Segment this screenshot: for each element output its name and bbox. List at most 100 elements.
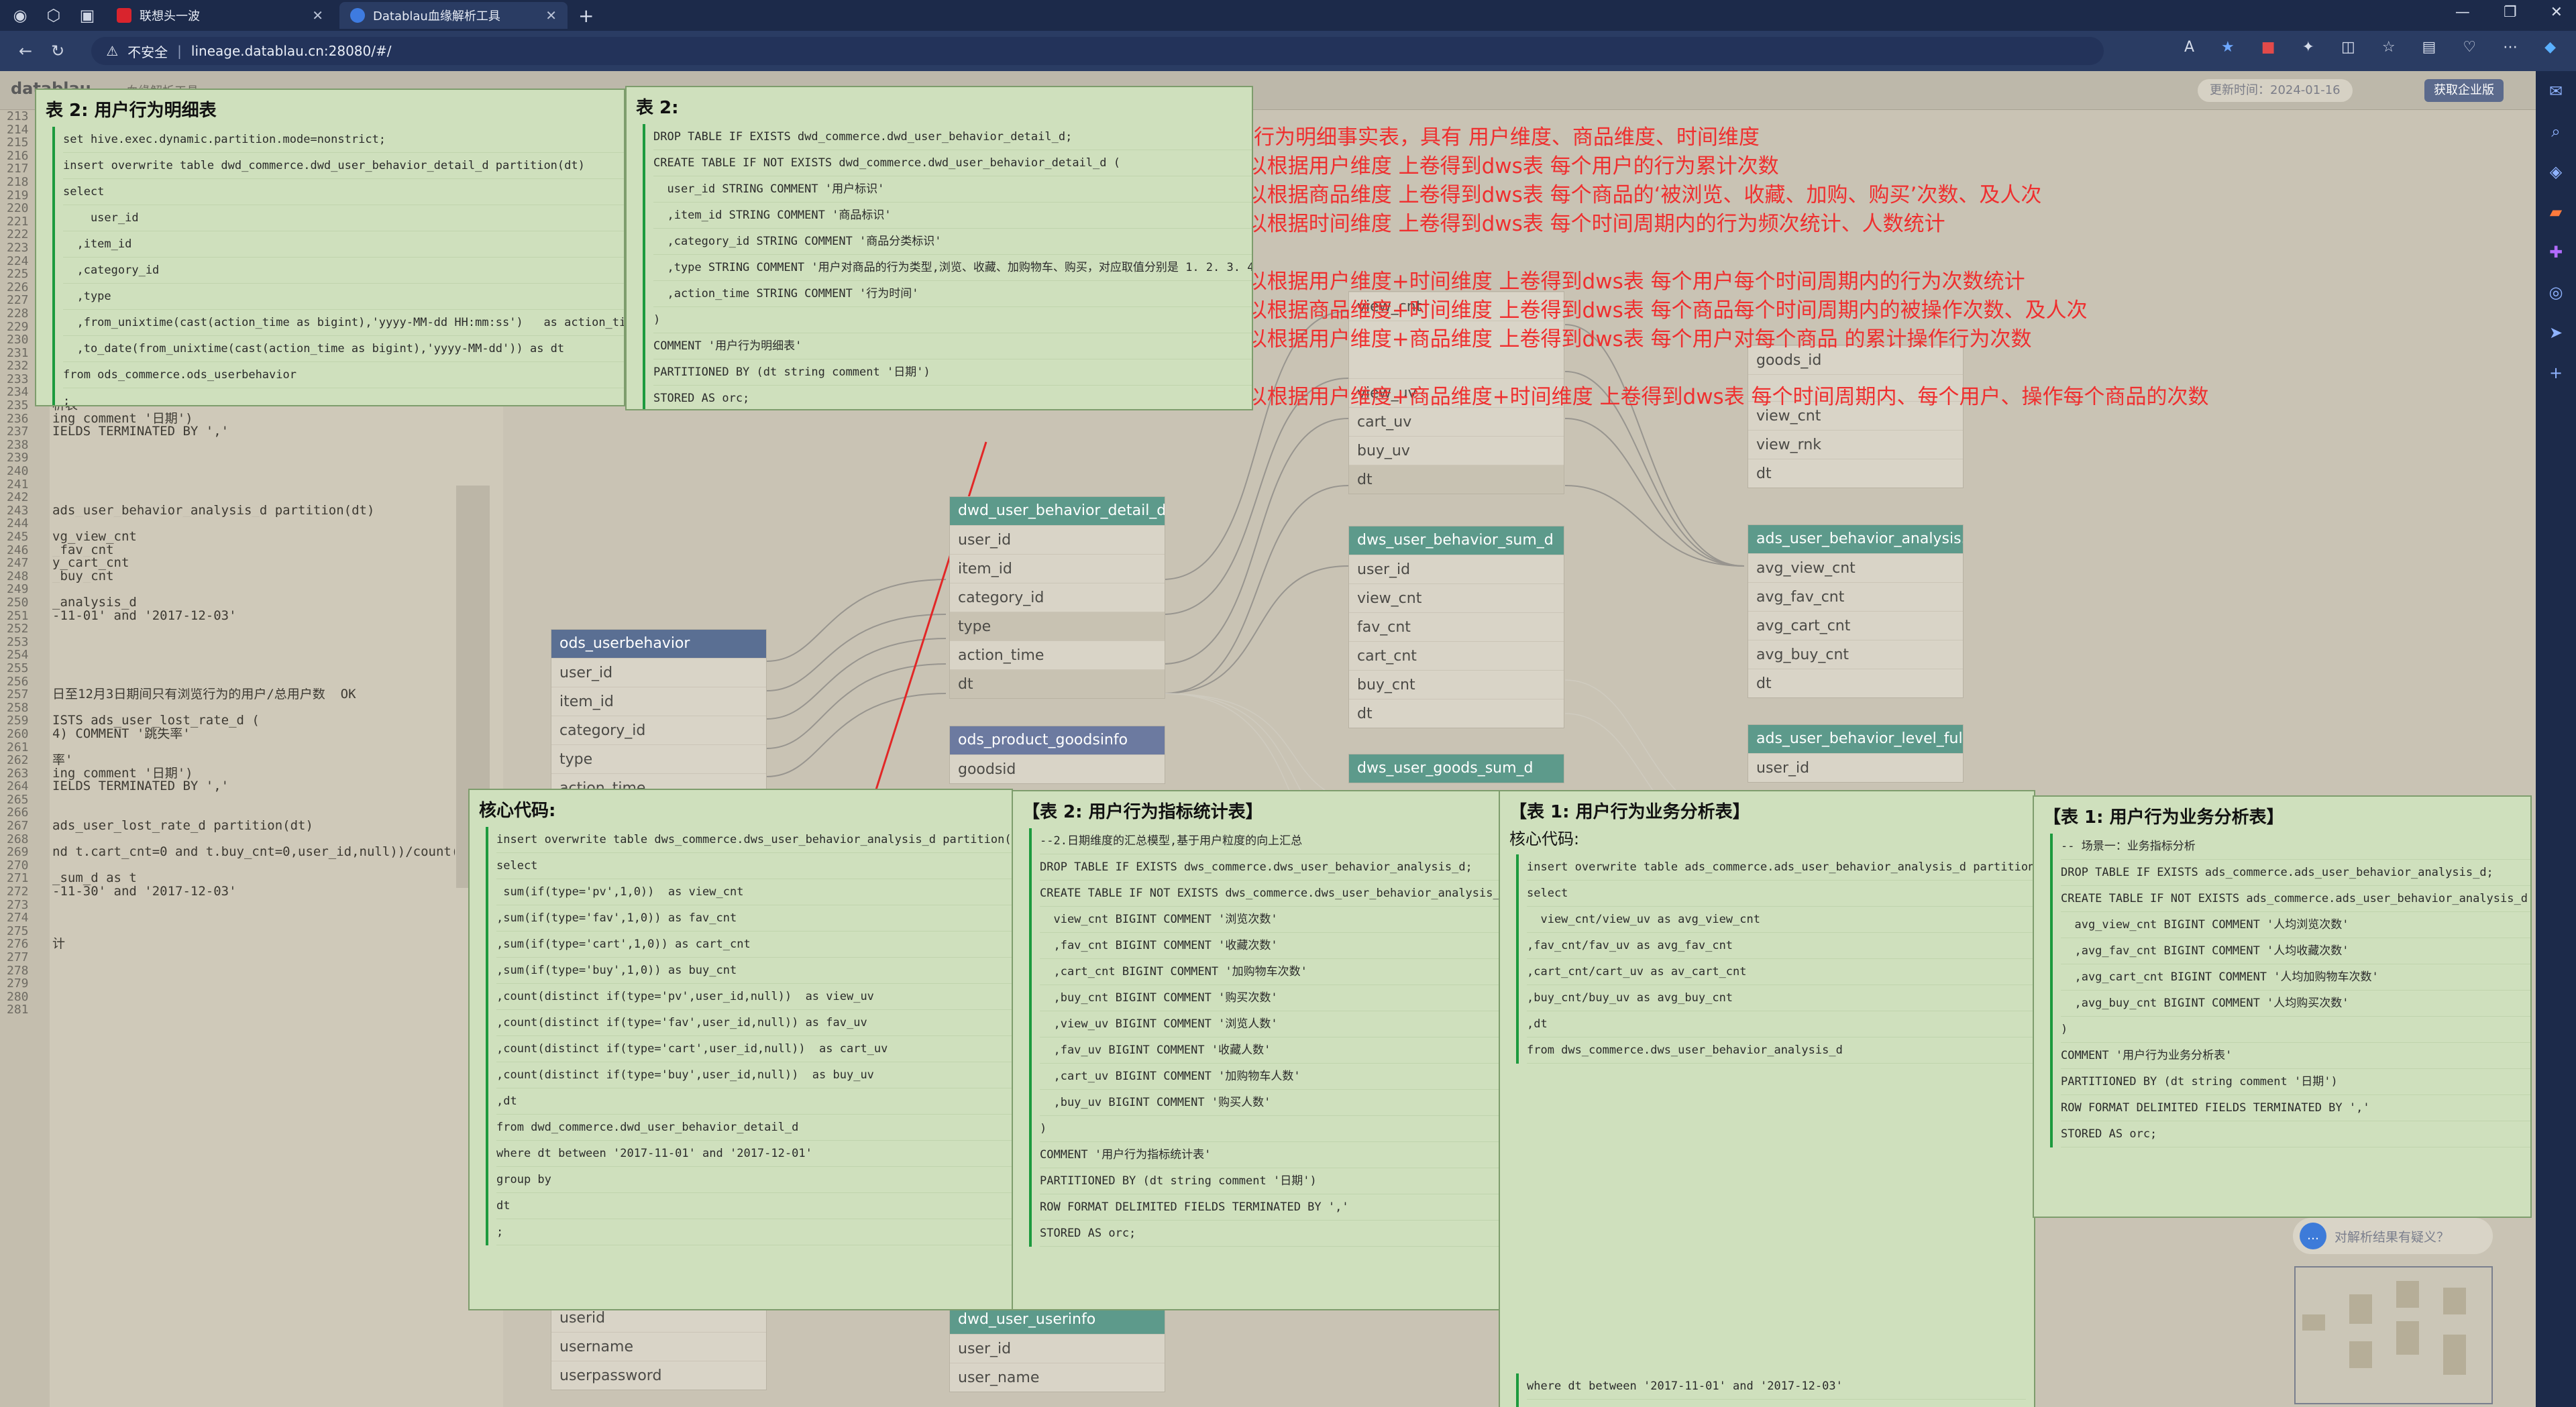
read-aloud-icon[interactable]: A: [2184, 39, 2194, 56]
node-field[interactable]: dt: [1349, 465, 1564, 494]
puzzle-icon[interactable]: ✦: [2302, 39, 2314, 56]
add-icon[interactable]: +: [2536, 353, 2576, 393]
node-field[interactable]: user_id: [950, 1334, 1165, 1363]
node-field[interactable]: user_id: [1349, 555, 1564, 583]
restore-icon[interactable]: ❐: [2504, 4, 2517, 21]
code-line: nd t.cart_cnt=0 and t.buy_cnt=0,user_id,…: [52, 846, 455, 859]
tab-actions-icon[interactable]: ▣: [74, 2, 101, 29]
search-icon[interactable]: ⌕: [2536, 111, 2576, 152]
panel-title: 表 2: 用户行为明细表: [46, 101, 217, 121]
annotation-line: 4：可以根据用户维度+时间维度 上卷得到dws表 每个用户每个时间周期内的行为次…: [1191, 270, 2025, 294]
copilot-icon[interactable]: ◆: [2544, 39, 2556, 56]
node-field[interactable]: item_id: [950, 554, 1165, 583]
node-field[interactable]: category_id: [551, 716, 766, 744]
profile-icon[interactable]: ◉: [7, 2, 34, 29]
node-field[interactable]: dt: [1748, 459, 1963, 488]
node-field[interactable]: goodsid: [950, 754, 1165, 783]
node-field[interactable]: category_id: [950, 583, 1165, 612]
line-number: 254: [7, 648, 29, 663]
feedback-label: 对解析结果有疑义？: [2334, 1229, 2450, 1245]
code-line: ,type STRING COMMENT '用户对商品的行为类型,浏览、收藏、加…: [653, 255, 1252, 281]
node-field[interactable]: item_id: [551, 687, 766, 716]
close-icon[interactable]: ✕: [545, 7, 557, 23]
node-field[interactable]: user_id: [1748, 753, 1963, 782]
more-icon[interactable]: ⋯: [2503, 39, 2518, 56]
close-icon[interactable]: ✕: [312, 7, 323, 23]
node-field[interactable]: buy_uv: [1349, 436, 1564, 465]
line-number: 239: [7, 451, 29, 465]
code-line: from dws_commerce.dws_user_behavior_anal…: [1527, 1037, 2034, 1064]
send-icon[interactable]: ➤: [2536, 313, 2576, 353]
code-line: ,fav_uv BIGINT COMMENT '收藏人数': [1040, 1037, 1499, 1064]
node-field[interactable]: user_id: [950, 525, 1165, 554]
node-field[interactable]: avg_cart_cnt: [1748, 611, 1963, 640]
node-field[interactable]: type: [551, 744, 766, 773]
split-screen-icon[interactable]: ◫: [2341, 39, 2355, 56]
node-ads-user-behavior-analysis[interactable]: ads_user_behavior_analysis... avg_view_c…: [1748, 524, 1964, 698]
code-line: ,type: [63, 284, 624, 310]
extension-icon[interactable]: ■: [2261, 39, 2275, 56]
node-field[interactable]: dt: [1748, 669, 1963, 697]
node-dws-user-goods-sum[interactable]: dws_user_goods_sum_d: [1348, 754, 1564, 783]
new-tab-icon[interactable]: +: [578, 5, 594, 27]
node-field[interactable]: view_rnk: [1748, 430, 1963, 459]
node-field[interactable]: action_time: [950, 640, 1165, 669]
node-field[interactable]: view_cnt: [1349, 583, 1564, 612]
node-dws-user-behavior-sum[interactable]: dws_user_behavior_sum_d user_id view_cnt…: [1348, 526, 1564, 728]
back-icon[interactable]: ←: [19, 42, 32, 60]
node-field[interactable]: fav_cnt: [1349, 612, 1564, 641]
collections-icon[interactable]: ▤: [2422, 39, 2436, 56]
tab-datablau[interactable]: Datablau血缘解析工具 ✕: [339, 2, 568, 29]
refresh-icon[interactable]: ↻: [51, 42, 64, 60]
node-field[interactable]: username: [551, 1332, 766, 1361]
node-field[interactable]: cart_cnt: [1349, 641, 1564, 670]
node-field[interactable]: user_name: [950, 1363, 1165, 1392]
code-line: ,cart_uv BIGINT COMMENT '加购物车人数': [1040, 1064, 1499, 1090]
lineage-minimap[interactable]: [2294, 1266, 2493, 1404]
line-number: 260: [7, 726, 29, 741]
node-field[interactable]: dt: [1349, 699, 1564, 728]
shopping-icon[interactable]: ▰: [2536, 192, 2576, 232]
get-enterprise-button[interactable]: 获取企业版: [2424, 79, 2504, 102]
node-field[interactable]: userpassword: [551, 1361, 766, 1390]
node-field[interactable]: avg_buy_cnt: [1748, 640, 1963, 669]
code-line: view_cnt/view_uv as avg_view_cnt: [1527, 907, 2034, 933]
node-ods-userbehavior[interactable]: ods_userbehavior user_id item_id categor…: [551, 629, 767, 803]
node-ads-user-behavior-level-full[interactable]: ads_user_behavior_level_full user_id: [1748, 724, 1964, 783]
annotation-line: 3：可以根据时间维度 上卷得到dws表 每个时间周期内的行为频次统计、人数统计: [1191, 212, 1945, 236]
favorites-icon[interactable]: ☆: [2382, 39, 2396, 56]
node-field[interactable]: type: [950, 612, 1165, 640]
workspaces-icon[interactable]: ⬡: [40, 2, 67, 29]
code-line: ,count(distinct if(type='fav',user_id,nu…: [496, 1010, 1012, 1036]
performance-icon[interactable]: ♡: [2463, 39, 2476, 56]
code-line: ROW FORMAT DELIMITED FIELDS TERMINATED B…: [1040, 1194, 1499, 1221]
node-field[interactable]: buy_cnt: [1349, 670, 1564, 699]
code-line: sum(if(type='pv',1,0)) as view_cnt: [496, 879, 1012, 905]
code-line: from dwd_commerce.dwd_user_behavior_deta…: [496, 1115, 1012, 1141]
close-window-icon[interactable]: ✕: [2551, 4, 2563, 21]
panel-code: -- 场景一：业务指标分析 DROP TABLE IF EXISTS ads_co…: [2050, 834, 2530, 1147]
node-field[interactable]: dt: [950, 669, 1165, 698]
line-number: 265: [7, 792, 29, 807]
code-line: ): [653, 307, 1252, 333]
node-field[interactable]: avg_view_cnt: [1748, 553, 1963, 582]
outlook-icon[interactable]: ✉: [2536, 71, 2576, 111]
favorite-star-icon[interactable]: ★: [2221, 39, 2235, 56]
line-number: 242: [7, 490, 29, 505]
m365-icon[interactable]: ◎: [2536, 272, 2576, 313]
games-icon[interactable]: ✚: [2536, 232, 2576, 272]
code-line: insert overwrite table dwd_commerce.dwd_…: [63, 153, 624, 179]
node-ods-product-goodsinfo[interactable]: ods_product_goodsinfo goodsid: [949, 726, 1165, 784]
address-bar[interactable]: ⚠ 不安全 | lineage.datablau.cn:28080/#/: [91, 37, 2104, 65]
node-field[interactable]: avg_fav_cnt: [1748, 582, 1963, 611]
tag-icon[interactable]: ◈: [2536, 152, 2576, 192]
minimize-icon[interactable]: —: [2455, 4, 2470, 21]
node-dwd-user-userinfo[interactable]: dwd_user_userinfo user_id user_name: [949, 1305, 1165, 1392]
tab-lenovo[interactable]: 联想头一波 ✕: [106, 2, 334, 29]
feedback-button[interactable]: … 对解析结果有疑义？: [2293, 1218, 2493, 1254]
node-dwd-user-behavior-detail[interactable]: dwd_user_behavior_detail_d user_id item_…: [949, 496, 1165, 699]
line-number: 275: [7, 923, 29, 938]
node-field[interactable]: user_id: [551, 658, 766, 687]
